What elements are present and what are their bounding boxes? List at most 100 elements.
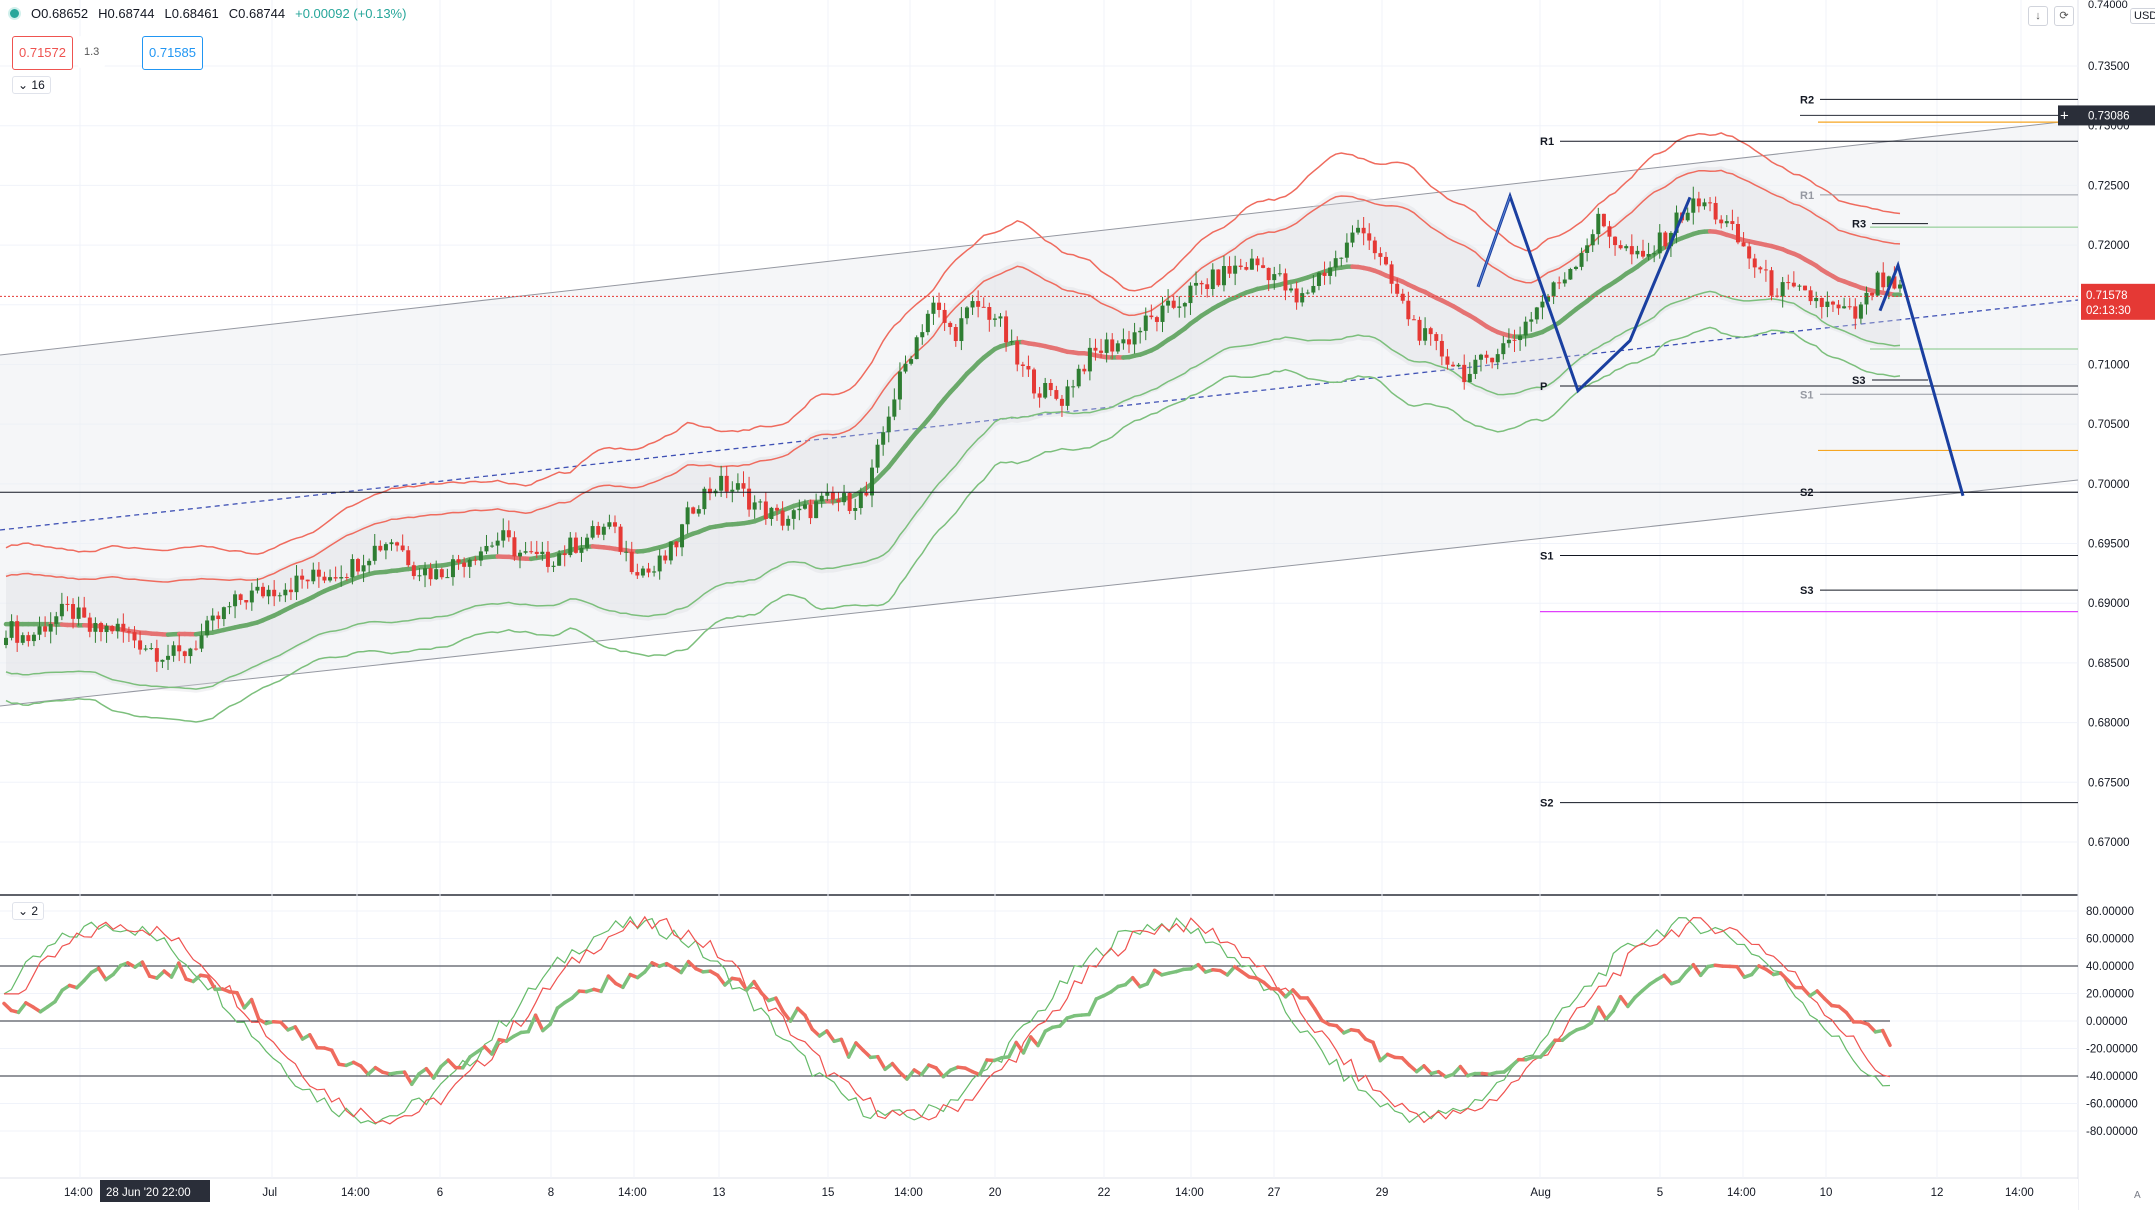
candle-body	[786, 518, 791, 526]
candle-body	[1769, 270, 1774, 296]
candle-body	[1149, 315, 1154, 318]
candle-body	[1830, 301, 1835, 305]
candle-body	[1702, 202, 1707, 207]
candle-body	[478, 551, 483, 561]
candle-body	[311, 569, 316, 582]
candle-body	[104, 625, 109, 633]
candle-body	[1864, 292, 1869, 305]
candle-body	[1434, 334, 1439, 341]
candle-body	[350, 559, 355, 578]
candle-body	[1255, 258, 1260, 266]
candle-body	[1529, 319, 1534, 322]
candle-body	[93, 622, 98, 632]
candle-body	[931, 302, 936, 314]
candle-body	[501, 530, 506, 541]
candle-body	[512, 537, 517, 557]
candle-body	[1389, 264, 1394, 284]
candle-body	[333, 577, 338, 579]
candle-body	[624, 551, 629, 553]
oscillator-toggle[interactable]: ⌄ 2	[12, 902, 45, 920]
price-tick-label: 0.67500	[2088, 777, 2130, 789]
candle-body	[903, 363, 908, 372]
candle-body	[361, 565, 366, 572]
candle-body	[266, 589, 271, 597]
candle-body	[1473, 359, 1478, 374]
candle-body	[1065, 386, 1070, 406]
candle-body	[1059, 398, 1064, 406]
candle-body	[1249, 258, 1254, 270]
candle-body	[355, 559, 360, 572]
candle-body	[1194, 282, 1199, 286]
candle-body	[1121, 339, 1126, 344]
candle-body	[1428, 328, 1433, 335]
auto-scale-button[interactable]: A	[2134, 1190, 2141, 1201]
osc-tick-label: -20.00000	[2086, 1044, 2138, 1056]
market-status-icon	[8, 7, 21, 20]
candle-body	[110, 625, 115, 632]
candle-body	[322, 576, 327, 581]
candle-body	[1590, 234, 1595, 246]
candle-body	[1640, 250, 1645, 257]
candle-body	[484, 545, 489, 552]
sell-button[interactable]: 0.71572	[12, 36, 73, 70]
candle-body	[328, 577, 333, 581]
candle-body	[1020, 364, 1025, 366]
candle-body	[763, 501, 768, 519]
time-label: 14:00	[894, 1187, 923, 1199]
candle-body	[579, 547, 584, 553]
candle-body	[411, 565, 416, 577]
candle-body	[741, 483, 746, 489]
candle-body	[1048, 382, 1053, 391]
currency-label[interactable]: USD	[2130, 8, 2155, 24]
indicators-toggle[interactable]: ⌄ 16	[12, 76, 51, 94]
candle-body	[1484, 354, 1489, 358]
candle-body	[59, 603, 64, 617]
candle-body	[1836, 304, 1841, 309]
time-label: 14:00	[341, 1187, 370, 1199]
candle-body	[1423, 328, 1428, 341]
time-axis-bg	[0, 1179, 2078, 1210]
price-tick-label: 0.73500	[2088, 61, 2130, 73]
candle-body	[1763, 269, 1768, 271]
candle-body	[367, 560, 372, 566]
candle-body	[417, 575, 422, 577]
candle-body	[1747, 246, 1752, 259]
time-label: 5	[1657, 1187, 1663, 1199]
osc-tick-label: 20.00000	[2086, 989, 2134, 1001]
oscillator-count: 2	[31, 904, 39, 918]
time-label: 13	[713, 1187, 726, 1199]
candle-body	[518, 552, 523, 557]
time-label: 14:00	[64, 1187, 93, 1199]
candle-body	[970, 301, 975, 308]
time-label: 14:00	[1727, 1187, 1756, 1199]
chart-canvas[interactable]: R2 R1 R1 R3 S3 P S1 S2 S1 S3 S2 0.74000 0.73500 0.73…	[0, 0, 2155, 1210]
candle-body	[434, 569, 439, 580]
candle-body	[1842, 306, 1847, 309]
candle-body	[1138, 330, 1143, 333]
candle-body	[1853, 306, 1858, 319]
candle-body	[607, 522, 612, 527]
candle-body	[1601, 213, 1606, 227]
candle-body	[244, 600, 249, 603]
candle-body	[1607, 226, 1612, 237]
candle-body	[1585, 245, 1590, 253]
pivot-label-S2: S2	[1800, 487, 1813, 499]
arrow-down-icon[interactable]: ↓	[2028, 6, 2048, 26]
refresh-icon[interactable]: ⟳	[2054, 6, 2074, 26]
candle-body	[925, 313, 930, 333]
candle-body	[1551, 282, 1556, 297]
pivot-label-S1: S1	[1540, 550, 1553, 562]
candle-body	[71, 604, 76, 619]
candle-body	[1451, 364, 1456, 367]
candle-body	[249, 590, 254, 603]
price-tick-label: 0.68500	[2088, 658, 2130, 670]
candle-body	[1383, 256, 1388, 265]
candle-body	[769, 507, 774, 519]
candle-body	[1456, 364, 1461, 367]
candle-body	[132, 632, 137, 641]
candle-body	[1847, 306, 1852, 308]
candle-body	[640, 568, 645, 576]
price-tick-label: 0.69500	[2088, 539, 2130, 551]
candle-body	[1618, 245, 1623, 249]
buy-button[interactable]: 0.71585	[142, 36, 203, 70]
